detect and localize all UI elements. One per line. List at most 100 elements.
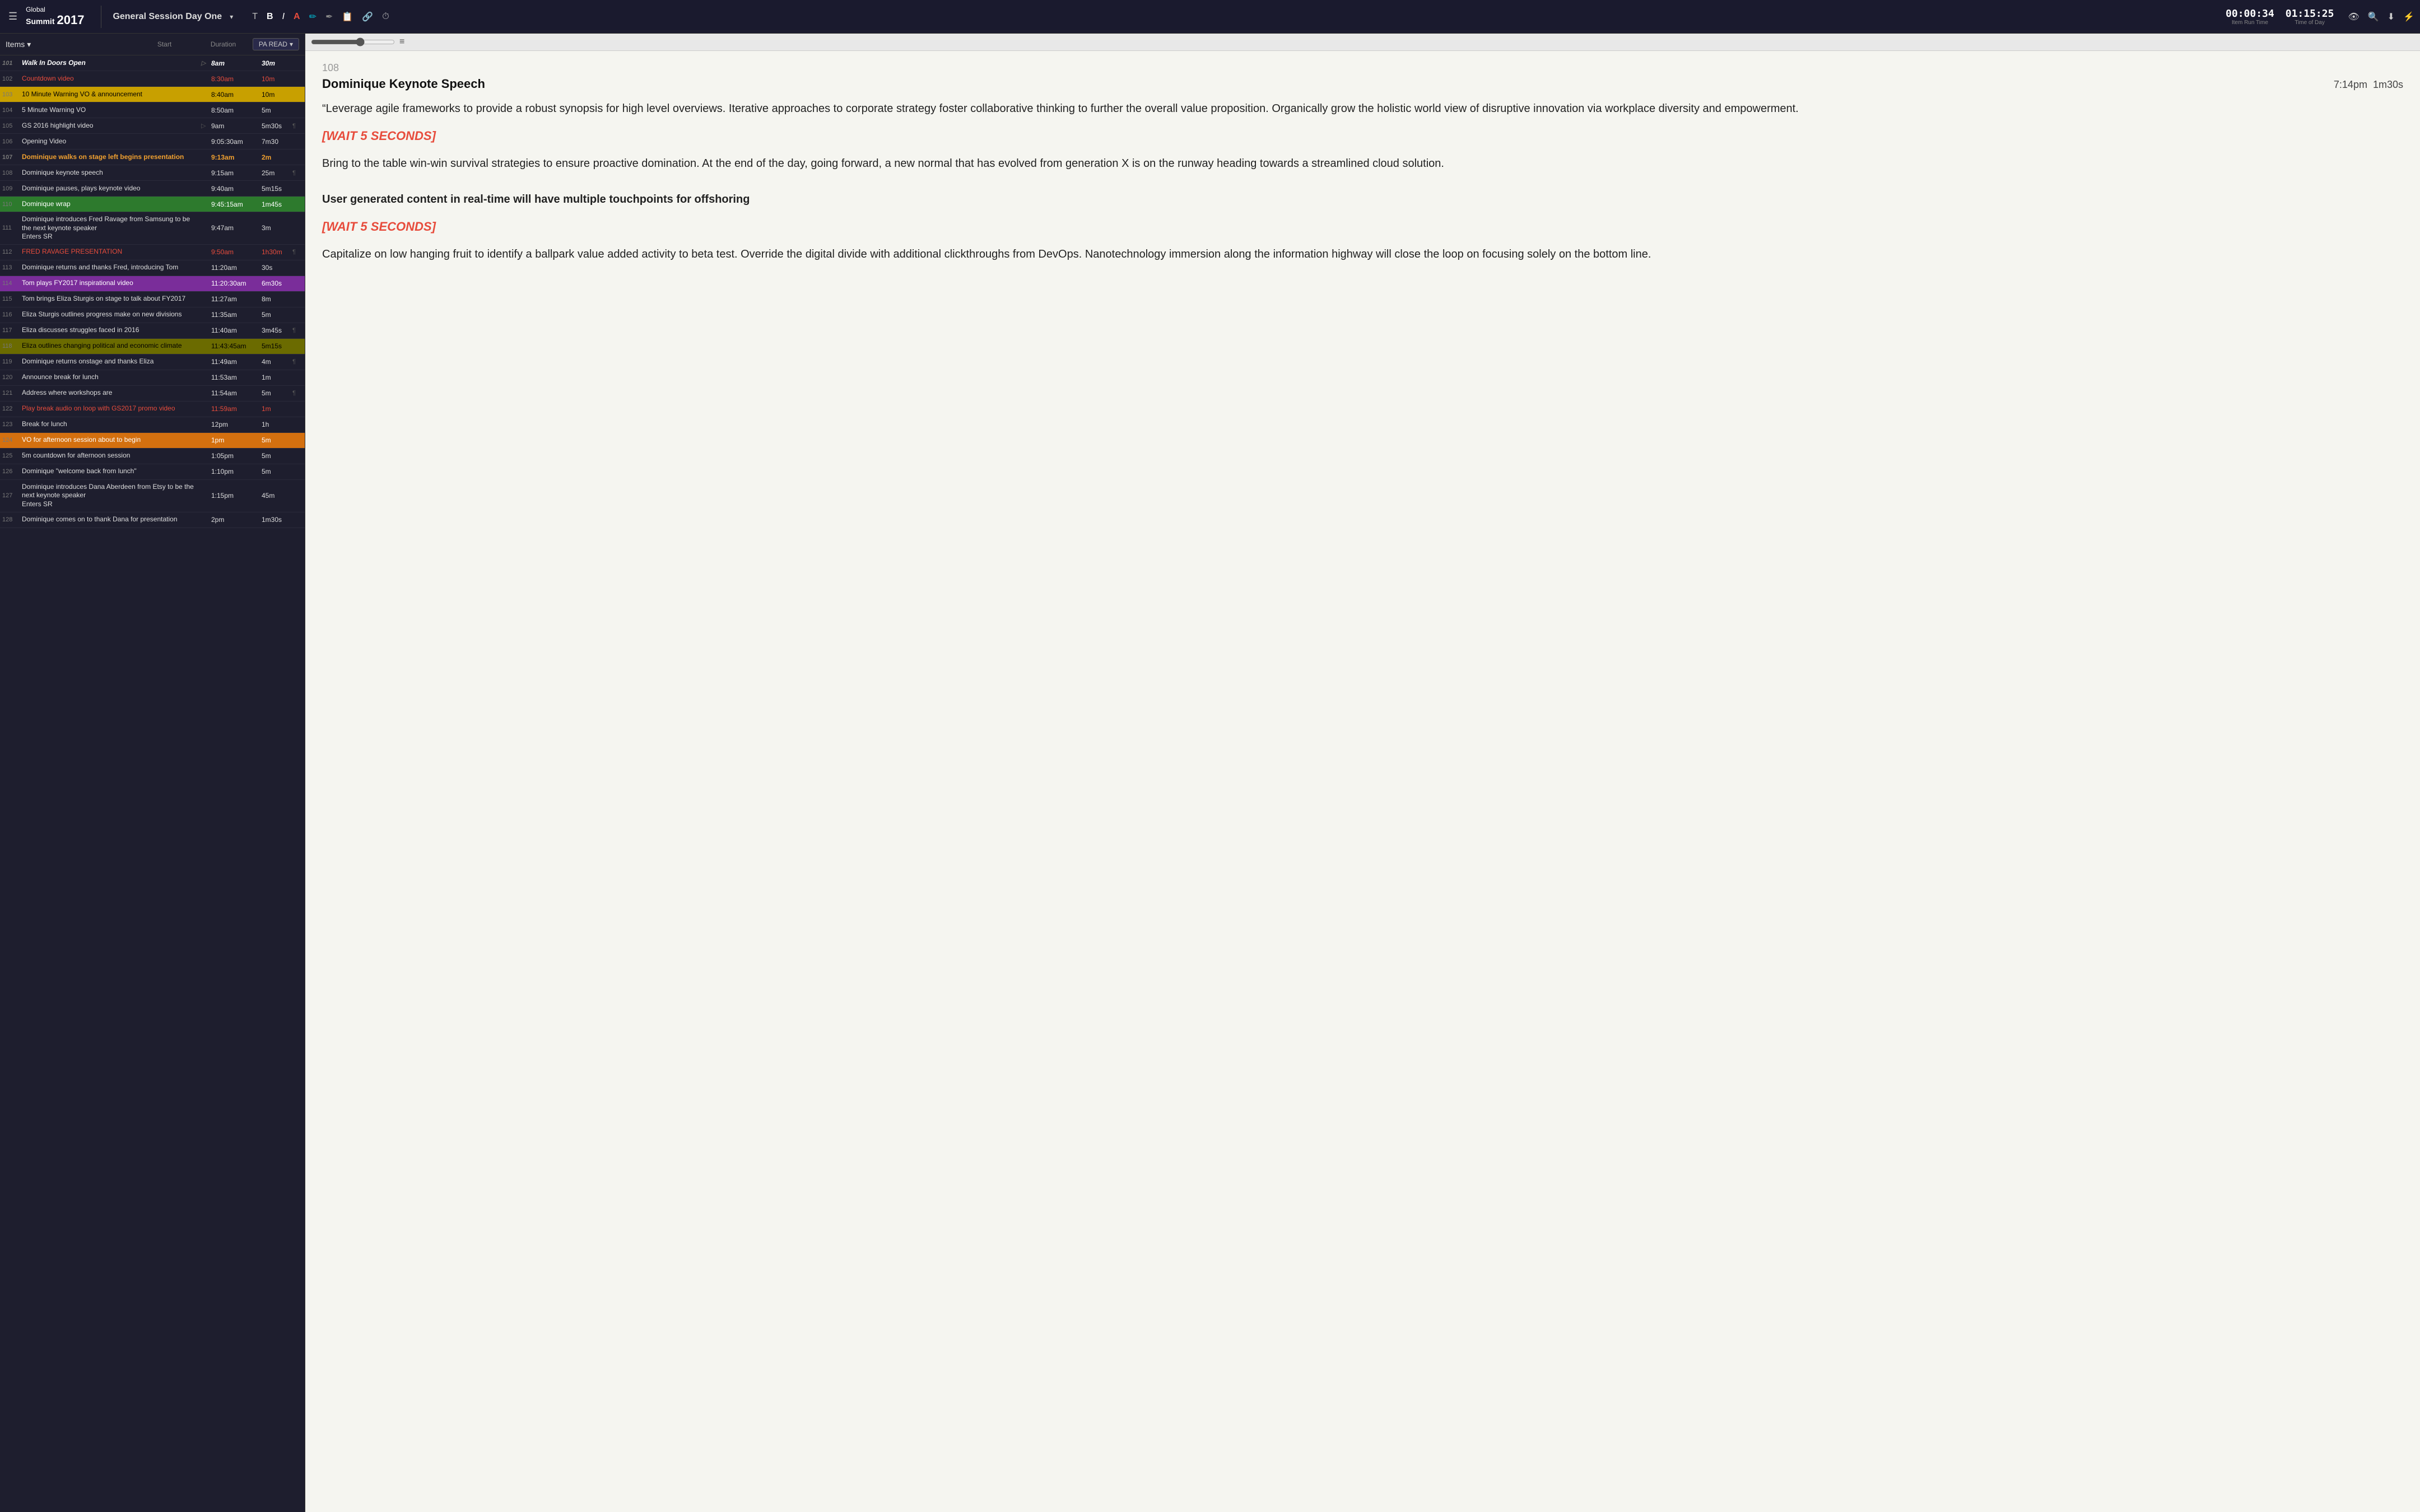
time-of-day-label: Time of Day (2295, 20, 2325, 26)
row-start: 11:35am (211, 311, 262, 319)
row-start: 9:15am (211, 169, 262, 177)
row-start: 9:45:15am (211, 200, 262, 208)
row-name: Dominique "welcome back from lunch" (22, 467, 201, 476)
items-dropdown[interactable]: Items ▾ (6, 40, 31, 49)
items-chevron-icon: ▾ (27, 40, 31, 49)
script-wait-1: [WAIT 5 SECONDS] (322, 129, 2403, 143)
row-duration: 1m (262, 374, 292, 381)
list-item[interactable]: 121 Address where workshops are 11:54am … (0, 386, 305, 402)
lightning-icon[interactable]: ⚡ (2403, 11, 2414, 22)
row-name: Address where workshops are (22, 389, 201, 398)
row-number: 108 (2, 170, 22, 176)
row-start: 11:49am (211, 358, 262, 366)
text-format-icon[interactable]: T (250, 10, 260, 24)
row-start: 11:54am (211, 389, 262, 397)
font-size-slider-container: ≡ (311, 37, 2414, 47)
row-name: Dominique returns and thanks Fred, intro… (22, 263, 201, 272)
row-number: 104 (2, 107, 22, 114)
start-col-header: Start (157, 40, 208, 48)
pa-read-button[interactable]: PA READ ▾ (253, 38, 299, 50)
row-start: 11:43:45am (211, 342, 262, 350)
list-item[interactable]: 123 Break for lunch 12pm 1h (0, 417, 305, 433)
list-item[interactable]: 105 GS 2016 highlight video ▷ 9am 5m30s … (0, 118, 305, 134)
list-item[interactable]: 118 Eliza outlines changing political an… (0, 339, 305, 354)
list-item[interactable]: 103 10 Minute Warning VO & announcement … (0, 87, 305, 102)
list-item[interactable]: 120 Announce break for lunch 11:53am 1m (0, 370, 305, 386)
row-para-icon: ¶ (292, 170, 302, 176)
clock-icon[interactable]: ⏱ (380, 10, 391, 24)
row-name: FRED RAVAGE PRESENTATION (22, 248, 201, 256)
list-item[interactable]: 107 Dominique walks on stage left begins… (0, 150, 305, 165)
search-icon[interactable]: 🔍 (2368, 11, 2379, 22)
row-number: 128 (2, 516, 22, 523)
item-run-time-block: 00:00:34 Item Run Time (2226, 8, 2274, 26)
row-duration: 30m (262, 59, 292, 67)
row-name: Opening Video (22, 137, 201, 146)
list-item[interactable]: 128 Dominique comes on to thank Dana for… (0, 512, 305, 528)
session-chevron-icon[interactable]: ▾ (230, 13, 233, 21)
list-item[interactable]: 119 Dominique returns onstage and thanks… (0, 354, 305, 370)
link-icon[interactable]: 🔗 (360, 9, 375, 25)
script-body-3: Capitalize on low hanging fruit to ident… (322, 245, 2403, 263)
list-item[interactable]: 102 Countdown video 8:30am 10m (0, 71, 305, 87)
row-duration: 5m (262, 106, 292, 114)
row-number: 124 (2, 437, 22, 444)
session-title[interactable]: General Session Day One (113, 12, 222, 22)
row-start: 12pm (211, 421, 262, 428)
row-number: 120 (2, 374, 22, 381)
document-icon[interactable]: 📋 (339, 9, 355, 25)
list-view-icon[interactable]: ≡ (399, 37, 404, 47)
row-start: 11:27am (211, 295, 262, 303)
list-item[interactable]: 117 Eliza discusses struggles faced in 2… (0, 323, 305, 339)
row-duration: 5m15s (262, 342, 292, 350)
header-action-icons: 👁 🔍 ⬇ ⚡ (2348, 11, 2414, 22)
time-of-day-block: 01:15:25 Time of Day (2286, 8, 2334, 26)
color-a-icon[interactable]: A (291, 10, 302, 24)
list-item[interactable]: 122 Play break audio on loop with GS2017… (0, 402, 305, 417)
download-icon[interactable]: ⬇ (2388, 11, 2395, 22)
list-item[interactable]: 114 Tom plays FY2017 inspirational video… (0, 276, 305, 292)
row-duration: 5m (262, 436, 292, 444)
list-item[interactable]: 109 Dominique pauses, plays keynote vide… (0, 181, 305, 197)
eye-icon[interactable]: 👁 (2348, 11, 2359, 22)
italic-icon[interactable]: I (280, 10, 287, 24)
row-duration: 10m (262, 91, 292, 99)
list-item[interactable]: 115 Tom brings Eliza Sturgis on stage to… (0, 292, 305, 307)
row-para-icon: ¶ (292, 249, 302, 255)
row-name: Eliza Sturgis outlines progress make on … (22, 310, 201, 319)
list-item[interactable]: 110 Dominique wrap 9:45:15am 1m45s (0, 197, 305, 212)
row-para-icon: ¶ (292, 327, 302, 334)
pen-icon[interactable]: ✏ (307, 9, 319, 25)
list-item[interactable]: 106 Opening Video 9:05:30am 7m30 (0, 134, 305, 150)
row-name: Eliza outlines changing political and ec… (22, 342, 201, 351)
list-item[interactable]: 111 Dominique introduces Fred Ravage fro… (0, 212, 305, 245)
row-duration: 5m (262, 468, 292, 475)
list-item[interactable]: 127 Dominique introduces Dana Aberdeen f… (0, 480, 305, 512)
row-duration: 5m (262, 452, 292, 460)
row-number: 106 (2, 138, 22, 145)
pencil-icon[interactable]: ✒ (323, 9, 335, 25)
list-item[interactable]: 101 Walk In Doors Open ▷ 8am 30m (0, 55, 305, 71)
duration-col-header: Duration (211, 40, 250, 48)
list-item[interactable]: 116 Eliza Sturgis outlines progress make… (0, 307, 305, 323)
bold-icon[interactable]: B (264, 10, 276, 24)
list-item[interactable]: 126 Dominique "welcome back from lunch" … (0, 464, 305, 480)
row-number: 105 (2, 123, 22, 129)
list-item[interactable]: 124 VO for afternoon session about to be… (0, 433, 305, 449)
list-item[interactable]: 104 5 Minute Warning VO 8:50am 5m (0, 102, 305, 118)
item-run-time-label: Item Run Time (2232, 20, 2268, 26)
script-content: 108 Dominique Keynote Speech 7:14pm 1m30… (305, 51, 2420, 1512)
logo-summit: Summit (26, 17, 54, 26)
row-duration: 7m30 (262, 138, 292, 146)
list-item[interactable]: 108 Dominique keynote speech 9:15am 25m … (0, 165, 305, 181)
row-duration: 5m (262, 389, 292, 397)
script-title-row: Dominique Keynote Speech 7:14pm 1m30s (322, 77, 2403, 91)
list-item[interactable]: 112 FRED RAVAGE PRESENTATION 9:50am 1h30… (0, 245, 305, 260)
row-start: 1:15pm (211, 492, 262, 500)
list-item[interactable]: 113 Dominique returns and thanks Fred, i… (0, 260, 305, 276)
list-item[interactable]: 125 5m countdown for afternoon session 1… (0, 449, 305, 464)
row-number: 115 (2, 296, 22, 302)
font-size-slider[interactable] (311, 38, 395, 46)
menu-icon[interactable]: ☰ (6, 8, 20, 25)
script-title: Dominique Keynote Speech (322, 77, 485, 91)
